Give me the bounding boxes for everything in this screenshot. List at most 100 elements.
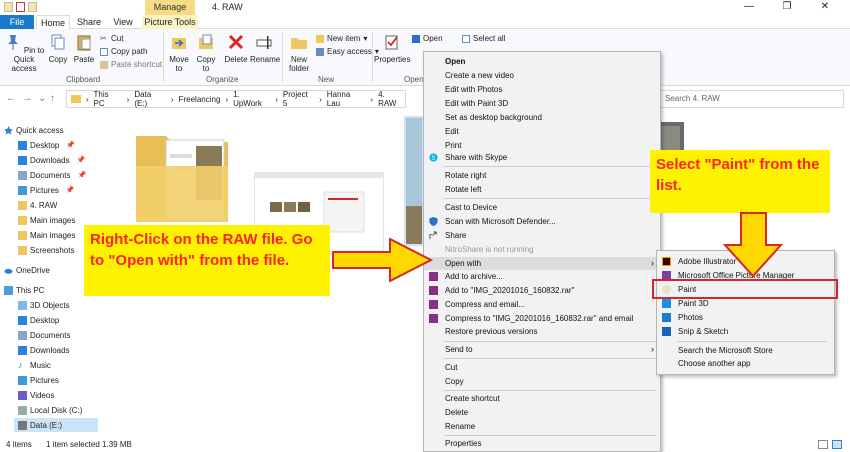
minimize-button[interactable]: — [730,0,768,14]
folder-icon[interactable] [4,2,13,12]
breadcrumb-upwork[interactable]: 1. UpWork [233,90,270,108]
quick-access-toolbar[interactable] [4,2,37,12]
sidebar-item-this-pc[interactable]: This PC [4,283,44,297]
cut-button[interactable]: ✂ Cut [100,33,123,44]
sidebar-item-data-e[interactable]: Data (E:) [14,418,98,432]
large-icons-view-icon[interactable] [832,440,842,449]
sidebar-item-4-raw[interactable]: 4. RAW [18,198,57,212]
submenu-item-search-store[interactable]: Search the Microsoft Store [657,344,834,357]
menu-item-set-desktop-background[interactable]: Set as desktop background [424,111,660,124]
details-view-icon[interactable] [818,440,828,449]
address-field[interactable]: › This PC › Data (E:) › Freelancing › 1.… [66,90,406,108]
paste-button[interactable]: Paste [72,33,96,64]
checkmark-icon[interactable] [16,2,25,12]
up-arrow-icon[interactable]: ↑ [50,93,55,104]
open-button[interactable]: Open [412,33,443,44]
sidebar-item-pictures-2[interactable]: Pictures [18,373,59,387]
menu-item-open-with[interactable]: Open with › [424,257,660,270]
copy-path-button[interactable]: Copy path [100,46,147,57]
sidebar-item-videos[interactable]: Videos [18,388,54,402]
move-to-button[interactable]: Move to [166,33,192,73]
folder-thumbnail[interactable] [132,126,232,226]
menu-item-create-shortcut[interactable]: Create shortcut [424,392,660,405]
tab-file[interactable]: File [0,15,34,29]
paste-shortcut-button[interactable]: Paste shortcut [100,59,162,70]
menu-item-delete[interactable]: Delete [424,406,660,419]
folder-icon[interactable] [28,2,37,12]
menu-item-add-archive[interactable]: Add to archive... [424,270,660,283]
submenu-item-choose-another-app[interactable]: Choose another app [657,357,834,370]
sidebar-item-quick-access[interactable]: Quick access [4,123,64,137]
menu-item-scan-defender[interactable]: Scan with Microsoft Defender... [424,215,660,228]
pin-quick-access-button[interactable]: Pin to Quick access [3,33,45,73]
sidebar-item-screenshots[interactable]: Screenshots [18,243,74,257]
new-item-button[interactable]: New item ▾ [316,33,367,44]
menu-item-compress-email[interactable]: Compress and email... [424,298,660,311]
breadcrumb-data-e[interactable]: Data (E:) [134,90,166,108]
tab-picture-tools[interactable]: Picture Tools [142,15,198,29]
sidebar-item-main-images[interactable]: Main images [18,213,75,227]
select-all-button[interactable]: Select all [462,33,505,44]
tab-share[interactable]: Share [74,15,104,29]
sidebar-item-main-images-2[interactable]: Main images [18,228,75,242]
back-arrow-icon[interactable]: ← [6,93,16,104]
close-button[interactable]: ✕ [806,0,844,14]
recent-locations-icon[interactable]: ⌄ [38,93,46,104]
sidebar-item-desktop-2[interactable]: Desktop [18,313,59,327]
breadcrumb-freelancing[interactable]: Freelancing [179,95,221,104]
pictures-icon [18,185,27,195]
menu-item-rename[interactable]: Rename [424,420,660,433]
properties-button[interactable]: Properties [374,33,410,64]
sidebar-item-downloads[interactable]: Downloads 📌 [18,153,85,167]
sidebar-item-onedrive[interactable]: OneDrive [4,263,50,277]
submenu-item-snip-sketch[interactable]: Snip & Sketch [657,325,834,338]
menu-item-send-to[interactable]: Send to › [424,343,660,356]
cloud-icon [4,268,13,274]
menu-item-share[interactable]: Share [424,229,660,242]
breadcrumb-hanna-lau[interactable]: Hanna Lau [327,90,366,108]
menu-item-properties[interactable]: Properties [424,437,660,450]
new-folder-button[interactable]: New folder [285,33,313,73]
submenu-item-adobe-illustrator[interactable]: Adobe Illustrator [657,255,834,268]
menu-item-edit-paint-3d[interactable]: Edit with Paint 3D [424,97,660,110]
menu-item-rotate-left[interactable]: Rotate left [424,183,660,196]
sidebar-item-downloads-2[interactable]: Downloads [18,343,70,357]
sidebar-item-desktop[interactable]: Desktop 📌 [18,138,75,152]
menu-item-rotate-right[interactable]: Rotate right [424,169,660,182]
folder-icon [18,200,27,210]
manage-tab[interactable]: Manage [145,0,195,15]
menu-item-open[interactable]: Open [424,55,660,68]
easy-access-button[interactable]: Easy access ▾ [316,46,379,57]
tab-view[interactable]: View [108,15,138,29]
copy-button[interactable]: Copy [46,33,70,64]
rename-button[interactable]: Rename [250,33,280,64]
menu-item-copy[interactable]: Copy [424,375,660,388]
menu-item-edit-photos[interactable]: Edit with Photos [424,83,660,96]
delete-button[interactable]: Delete [222,33,250,64]
sidebar-item-music[interactable]: ♪ Music [18,358,51,372]
breadcrumb-this-pc[interactable]: This PC [94,90,122,108]
menu-item-compress-rar-email[interactable]: Compress to "IMG_20201016_160832.rar" an… [424,312,660,325]
menu-item-restore-versions[interactable]: Restore previous versions [424,325,660,338]
menu-item-cast-to-device[interactable]: Cast to Device › [424,201,660,214]
menu-item-edit[interactable]: Edit [424,125,660,138]
sidebar-item-3d-objects[interactable]: 3D Objects [18,298,70,312]
breadcrumb-project-5[interactable]: Project 5 [283,90,314,108]
tab-home[interactable]: Home [36,15,70,29]
breadcrumb-4-raw[interactable]: 4. RAW [378,90,405,108]
submenu-item-photos[interactable]: Photos [657,311,834,324]
sidebar-item-documents-2[interactable]: Documents [18,328,70,342]
menu-item-share-skype[interactable]: S Share with Skype [424,151,660,164]
menu-item-add-to-rar[interactable]: Add to "IMG_20201016_160832.rar" [424,284,660,297]
copy-to-button[interactable]: Copy to [193,33,219,73]
sidebar-item-pictures[interactable]: Pictures 📌 [18,183,75,197]
sidebar-item-documents[interactable]: Documents 📌 [18,168,86,182]
search-input[interactable]: Search 4. RAW [658,90,844,108]
breadcrumb-separator: › [126,94,130,104]
maximize-button[interactable]: ❐ [768,0,806,14]
forward-arrow-icon[interactable]: → [22,93,32,104]
menu-item-create-video[interactable]: Create a new video [424,69,660,82]
menu-item-cut[interactable]: Cut [424,361,660,374]
raw-image-thumbnail[interactable] [404,116,424,246]
sidebar-item-local-disk-c[interactable]: Local Disk (C:) [18,403,82,417]
